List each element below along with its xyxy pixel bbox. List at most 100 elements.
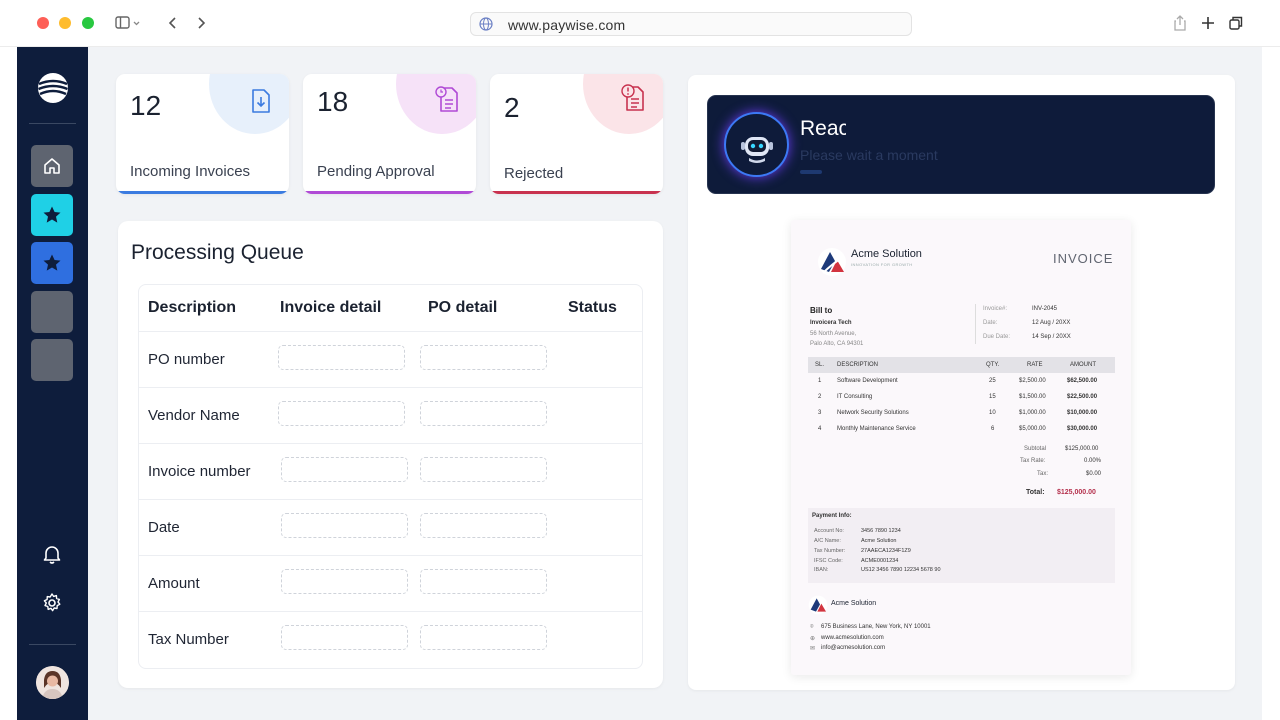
download-document-icon — [252, 89, 270, 113]
rejected-document-icon — [621, 84, 644, 111]
window-frame — [1262, 47, 1280, 720]
stat-accent-bar — [116, 191, 289, 194]
bell-icon[interactable] — [41, 543, 63, 565]
share-icon[interactable] — [1172, 14, 1188, 36]
stat-card-rejected[interactable]: 2 Rejected — [490, 74, 663, 194]
payment-value: Acme Solution — [861, 538, 897, 544]
table-row: Amount — [139, 555, 642, 611]
location-icon: ⌾ — [810, 624, 814, 630]
stat-card-pending[interactable]: 18 Pending Approval — [303, 74, 476, 194]
invoice-cell: $1,000.00 — [1019, 410, 1046, 416]
po-detail-field[interactable] — [420, 625, 547, 650]
pending-document-icon — [435, 86, 458, 112]
column-header: PO detail — [428, 299, 498, 316]
invoice-detail-field[interactable] — [278, 345, 405, 370]
table-row: Tax Number — [139, 611, 642, 667]
invoice-meta-label: Invoice#: — [983, 306, 1008, 312]
invoice-cell: Monthly Maintenance Service — [837, 426, 916, 432]
assistant-subtitle: Please wait a moment — [800, 147, 938, 163]
invoice-cell: Software Development — [837, 378, 898, 384]
total-value: $125,000.00 — [1057, 489, 1096, 496]
close-window-button[interactable] — [37, 17, 49, 29]
invoice-detail-field[interactable] — [281, 569, 408, 594]
globe-icon: ⊕ — [810, 636, 816, 642]
company-logo-icon — [818, 248, 846, 276]
footer-company-name: Acme Solution — [831, 600, 877, 607]
po-detail-field[interactable] — [420, 401, 547, 426]
invoice-cell: 10 — [989, 410, 996, 416]
tab-overview-icon[interactable] — [1228, 14, 1244, 36]
maximize-window-button[interactable] — [82, 17, 94, 29]
totals-label: Subtotal — [1024, 446, 1047, 452]
payment-info-title: Payment Info: — [812, 513, 852, 519]
column-header: Invoice detail — [280, 299, 382, 316]
totals-value: 0.00% — [1084, 458, 1102, 464]
invoice-column-header: AMOUNT — [1070, 362, 1096, 368]
totals-value: $0.00 — [1086, 471, 1102, 477]
payment-label: A/C Name: — [814, 538, 841, 544]
invoice-meta-label: Date: — [983, 320, 998, 326]
url-text: www.paywise.com — [508, 17, 626, 33]
app-logo[interactable] — [37, 72, 69, 104]
sidebar-toggle-icon[interactable] — [115, 14, 141, 36]
invoice-column-header: RATE — [1027, 362, 1043, 368]
gear-icon[interactable] — [41, 592, 63, 614]
bill-to-name: Invoicera Tech — [810, 320, 852, 326]
payment-value: US12 3456 7890 12234 5678 90 — [861, 567, 941, 573]
po-detail-field[interactable] — [420, 457, 547, 482]
row-label: Date — [148, 519, 180, 536]
payment-label: Tax Number: — [814, 548, 846, 554]
star-icon — [43, 254, 61, 271]
ai-assistant-status: Reac Please wait a moment — [707, 95, 1215, 194]
minimize-window-button[interactable] — [59, 17, 71, 29]
invoice-heading: INVOICE — [1053, 251, 1114, 266]
invoice-meta-value: INV-2045 — [1032, 306, 1058, 312]
invoice-detail-field[interactable] — [281, 457, 408, 482]
invoice-cell: $5,000.00 — [1019, 426, 1046, 432]
home-icon — [44, 158, 60, 174]
payment-value: 3456 7890 1234 — [861, 528, 901, 534]
invoice-meta-value: 14 Sep / 20XX — [1032, 334, 1071, 340]
stat-card-incoming[interactable]: 12 Incoming Invoices — [116, 74, 289, 194]
row-label: Tax Number — [148, 631, 229, 648]
bill-to-address: 56 North Avenue, — [810, 331, 857, 337]
sidebar-item-favorites[interactable] — [31, 194, 73, 236]
bill-to-address: Palo Alto, CA 94301 — [810, 341, 864, 347]
payment-label: IBAN: — [814, 567, 829, 573]
sidebar-item-placeholder[interactable] — [31, 339, 73, 381]
stat-value: 2 — [504, 92, 520, 123]
sidebar-item-home[interactable] — [31, 145, 73, 187]
new-tab-icon[interactable] — [1200, 14, 1216, 36]
sidebar-divider — [29, 123, 76, 124]
back-icon[interactable] — [166, 14, 180, 36]
invoice-meta-label: Due Date: — [983, 334, 1011, 340]
po-detail-field[interactable] — [420, 569, 547, 594]
invoice-company-name: Acme Solution — [851, 248, 922, 260]
address-bar[interactable]: www.paywise.com — [470, 12, 912, 36]
column-header: Status — [568, 299, 617, 316]
invoice-detail-field[interactable] — [281, 625, 408, 650]
footer-address: 675 Business Lane, New York, NY 10001 — [821, 624, 931, 630]
sidebar-item-starred[interactable] — [31, 242, 73, 284]
robot-icon — [741, 137, 773, 163]
company-logo-icon — [808, 595, 828, 615]
stat-value: 18 — [317, 86, 349, 117]
star-icon — [43, 206, 61, 223]
total-label: Total: — [1026, 489, 1045, 496]
sidebar-item-placeholder[interactable] — [31, 291, 73, 333]
forward-icon[interactable] — [194, 14, 208, 36]
po-detail-field[interactable] — [420, 513, 547, 538]
loading-progress-bar — [800, 170, 822, 174]
invoice-detail-field[interactable] — [281, 513, 408, 538]
po-detail-field[interactable] — [420, 345, 547, 370]
invoice-cell: 2 — [818, 394, 822, 400]
invoice-cell: IT Consulting — [837, 394, 873, 400]
payment-label: Account No: — [814, 528, 844, 534]
stat-accent-bar — [490, 191, 663, 194]
invoice-column-header: DESCRIPTION — [837, 362, 879, 368]
divider — [975, 304, 976, 344]
invoice-detail-field[interactable] — [278, 401, 405, 426]
invoice-cell: 1 — [818, 378, 822, 384]
footer-website: www.acmesolution.com — [821, 635, 884, 641]
avatar[interactable] — [36, 666, 69, 699]
